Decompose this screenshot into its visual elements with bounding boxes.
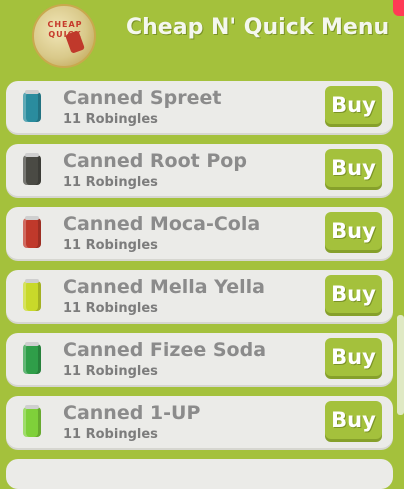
buy-button[interactable]: Buy xyxy=(325,401,382,439)
menu-item-card: Canned Fizee Soda 11 Robingles Buy xyxy=(6,333,393,385)
menu-item-card: Canned Moca-Cola 11 Robingles Buy xyxy=(6,207,393,259)
cheap-n-quick-logo: CHEAP QUICK xyxy=(32,4,96,68)
menu-item-card: Canned Mella Yella 11 Robingles Buy xyxy=(6,270,393,322)
item-price: 11 Robingles xyxy=(63,175,158,190)
root-pop-can-icon xyxy=(23,153,41,185)
menu-header: CHEAP QUICK Cheap N' Quick Menu xyxy=(0,0,404,78)
item-name: Canned 1-UP xyxy=(63,402,201,424)
menu-item-card: Canned 1-UP 11 Robingles Buy xyxy=(6,396,393,448)
item-price: 11 Robingles xyxy=(63,238,158,253)
item-price: 11 Robingles xyxy=(63,112,158,127)
buy-button[interactable]: Buy xyxy=(325,275,382,313)
item-name: Canned Mella Yella xyxy=(63,276,265,298)
one-up-can-icon xyxy=(23,405,41,437)
item-name: Canned Fizee Soda xyxy=(63,339,267,361)
scrollbar[interactable] xyxy=(397,315,404,415)
fizee-soda-can-icon xyxy=(23,342,41,374)
moca-cola-can-icon xyxy=(23,216,41,248)
menu-item-card: Canned Spreet 11 Robingles Buy xyxy=(6,81,393,133)
menu-item-card-partial xyxy=(6,459,393,489)
item-name: Canned Moca-Cola xyxy=(63,213,261,235)
menu-title: Cheap N' Quick Menu xyxy=(126,15,390,40)
close-tab-button[interactable] xyxy=(393,0,404,16)
menu-item-card: Canned Root Pop 11 Robingles Buy xyxy=(6,144,393,196)
item-name: Canned Root Pop xyxy=(63,150,247,172)
mella-yella-can-icon xyxy=(23,279,41,311)
item-price: 11 Robingles xyxy=(63,427,158,442)
buy-button[interactable]: Buy xyxy=(325,338,382,376)
buy-button[interactable]: Buy xyxy=(325,212,382,250)
spreet-can-icon xyxy=(23,90,41,122)
item-price: 11 Robingles xyxy=(63,301,158,316)
buy-button[interactable]: Buy xyxy=(325,86,382,124)
item-price: 11 Robingles xyxy=(63,364,158,379)
item-name: Canned Spreet xyxy=(63,87,222,109)
buy-button[interactable]: Buy xyxy=(325,149,382,187)
